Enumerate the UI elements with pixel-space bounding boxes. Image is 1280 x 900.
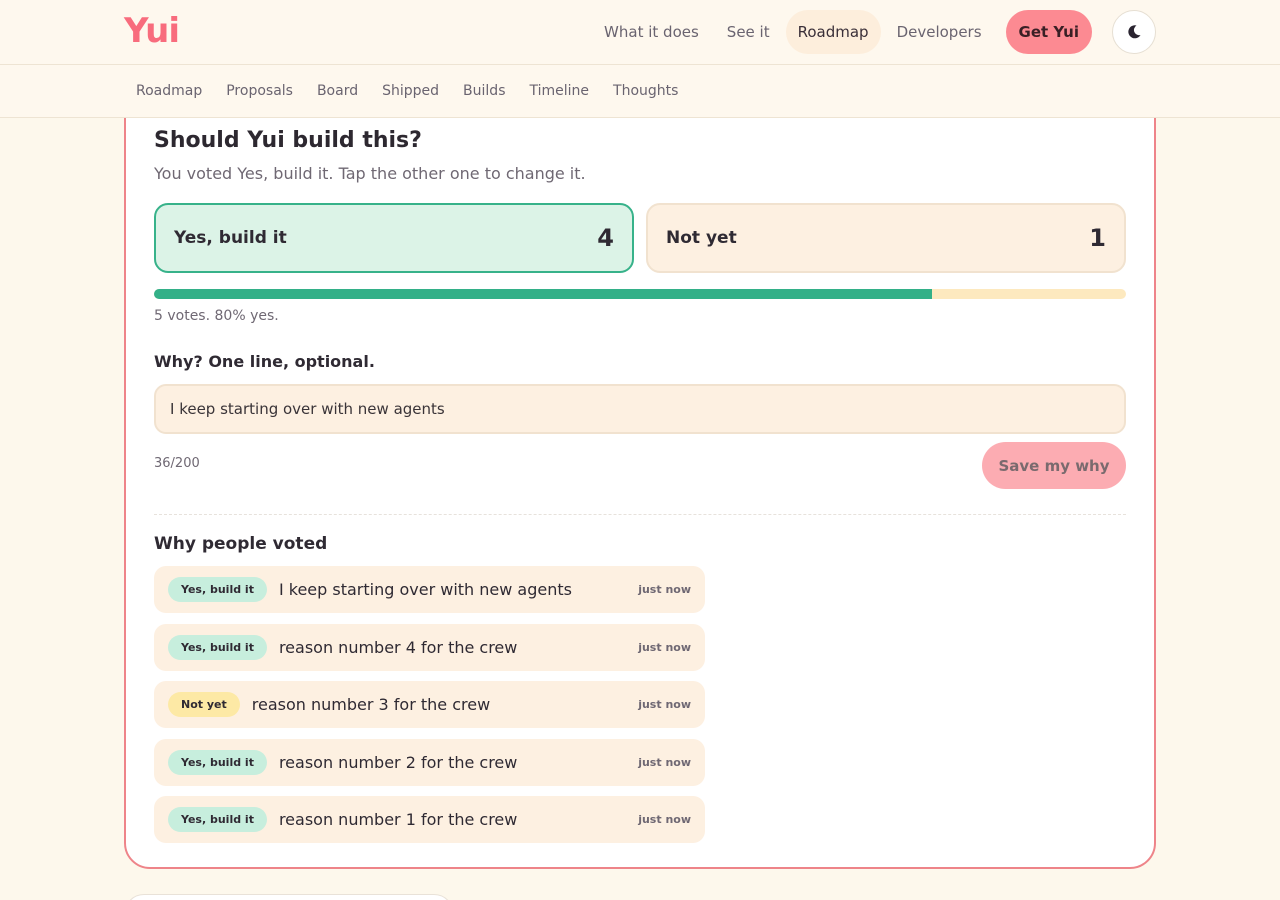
nav-what-it-does[interactable]: What it does <box>592 10 711 54</box>
reason-timestamp: just now <box>638 755 691 769</box>
vote-not-yet-label: Not yet <box>666 228 737 248</box>
reason-timestamp: just now <box>638 640 691 654</box>
top-header: Yui What it does See it Roadmap Develope… <box>0 0 1280 65</box>
reason-timestamp: just now <box>638 813 691 826</box>
reasons-title: Why people voted <box>154 534 328 554</box>
nav-developers[interactable]: Developers <box>885 10 994 54</box>
get-yui-button[interactable]: Get Yui <box>1005 10 1092 54</box>
reason-item: Yes, build it reason number 2 for the cre… <box>154 738 705 786</box>
vote-progress-bar <box>154 289 1126 299</box>
vote-badge: Yes, build it <box>168 749 267 775</box>
char-counter: 36/200 <box>154 456 200 471</box>
reason-text: I keep starting over with new agents <box>278 580 572 599</box>
poll-title: Should Yui build this? <box>154 128 422 153</box>
reason-text: reason number 3 for the crew <box>251 695 491 714</box>
theme-toggle-button[interactable] <box>1112 10 1156 54</box>
reason-text: reason number 1 for the crew <box>278 810 518 829</box>
subnav-board[interactable]: Board <box>305 83 370 99</box>
subnav-timeline[interactable]: Timeline <box>517 83 601 99</box>
next-section-card <box>124 894 454 900</box>
vote-summary: 5 votes. 80% yes. <box>154 308 279 324</box>
why-input[interactable] <box>154 384 1126 434</box>
main-nav: What it does See it Roadmap Developers G… <box>592 10 1156 54</box>
roadmap-subnav: Roadmap Proposals Board Shipped Builds T… <box>0 65 1280 118</box>
reason-timestamp: just now <box>638 698 691 711</box>
reason-item: Yes, build it I keep starting over with n… <box>154 566 705 613</box>
subnav-thoughts[interactable]: Thoughts <box>601 83 690 99</box>
reason-text: reason number 4 for the crew <box>278 637 518 657</box>
vote-not-yet-count: 1 <box>1089 224 1106 252</box>
poll-subtitle: You voted Yes, build it. Tap the other o… <box>154 164 586 183</box>
vote-badge: Yes, build it <box>168 807 267 832</box>
subnav-roadmap[interactable]: Roadmap <box>124 83 214 99</box>
moon-icon <box>1128 25 1141 39</box>
reason-item: Yes, build it reason number 4 for the cre… <box>154 623 705 671</box>
divider <box>154 514 1126 515</box>
reason-item: Yes, build it reason number 1 for the cre… <box>154 796 705 843</box>
vote-not-yet-button[interactable]: Not yet 1 <box>646 203 1126 273</box>
reason-text: reason number 2 for the crew <box>278 752 518 772</box>
nav-roadmap[interactable]: Roadmap <box>785 10 881 54</box>
subnav-builds[interactable]: Builds <box>451 83 517 99</box>
vote-progress-fill <box>154 289 932 299</box>
poll-card: Should Yui build this? You voted Yes, bu… <box>124 90 1156 869</box>
reason-timestamp: just now <box>638 583 691 596</box>
reason-item: Not yet reason number 3 for the crew just … <box>154 681 705 728</box>
subnav-shipped[interactable]: Shipped <box>370 83 451 99</box>
vote-badge: Yes, build it <box>168 577 267 602</box>
vote-yes-button[interactable]: Yes, build it 4 <box>154 203 634 273</box>
why-label: Why? One line, optional. <box>154 352 375 371</box>
vote-badge: Yes, build it <box>168 634 267 660</box>
vote-yes-label: Yes, build it <box>174 228 287 248</box>
vote-options: Yes, build it 4 Not yet 1 <box>154 203 1126 273</box>
save-why-button[interactable]: Save my why <box>982 442 1126 489</box>
yui-logo[interactable]: Yui <box>124 12 180 50</box>
nav-see-it[interactable]: See it <box>715 10 782 54</box>
vote-badge: Not yet <box>168 692 240 717</box>
logo-text: Yui <box>124 11 180 51</box>
subnav-proposals[interactable]: Proposals <box>214 83 305 99</box>
vote-yes-count: 4 <box>597 224 614 252</box>
reasons-list: Yes, build it I keep starting over with n… <box>154 566 705 854</box>
